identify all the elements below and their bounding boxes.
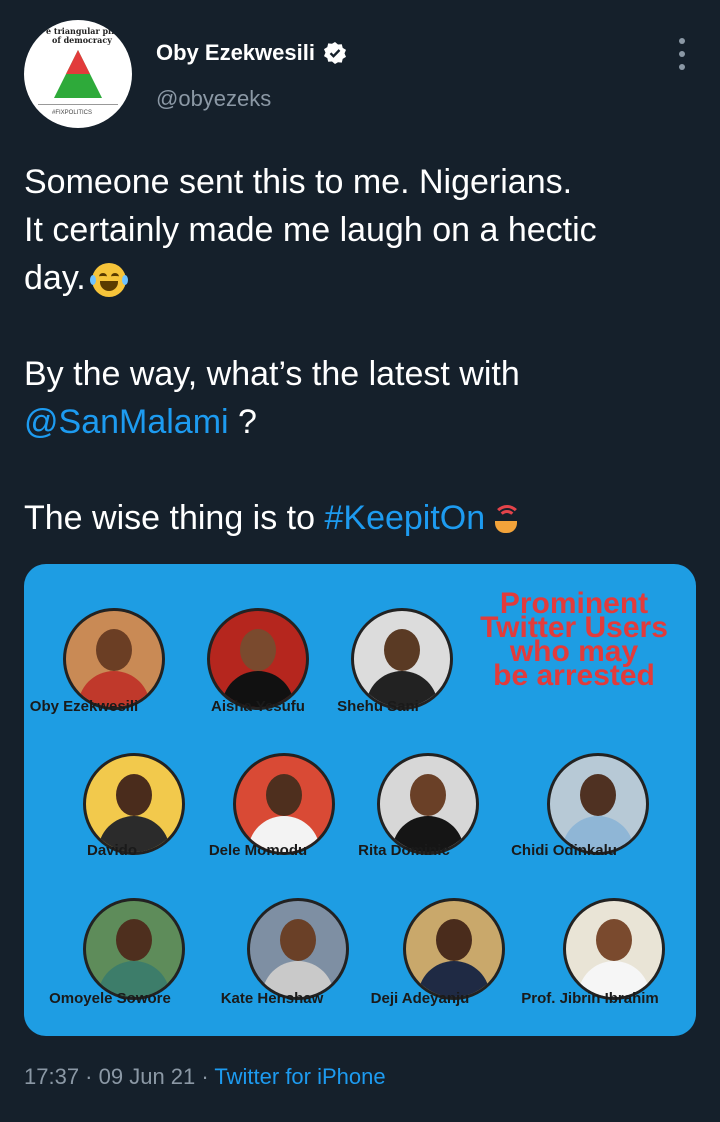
meta-separator: · — [195, 1064, 215, 1089]
media-image[interactable]: Prominent Twitter Users who may be arres… — [24, 564, 696, 1036]
person-name-label: Chidi Odinkalu — [511, 842, 617, 859]
tweet-line-text: The wise thing is to — [24, 499, 325, 537]
tweet-line: The wise thing is to #KeepitOn — [24, 494, 696, 542]
person-name-label: Rita Dominic — [358, 842, 450, 859]
more-vertical-icon[interactable] — [676, 38, 688, 70]
person-portrait — [377, 753, 479, 855]
person-portrait — [233, 753, 335, 855]
headline-line: be arrested — [493, 659, 655, 692]
person-name-label: Deji Adeyanju — [370, 990, 470, 1007]
person-name-label: Dele Momodu — [208, 842, 308, 859]
person-name-label: Davido — [86, 842, 138, 859]
author-name-row: Oby Ezekwesili — [156, 40, 347, 66]
tweet-source-link[interactable]: Twitter for iPhone — [214, 1064, 385, 1089]
person-name-label: Shehu Sani — [337, 698, 419, 715]
tweet-body: Someone sent this to me. Nigerians. It c… — [24, 158, 696, 542]
signal-hands-icon — [491, 505, 522, 535]
person-portrait — [207, 608, 309, 710]
image-headline: Prominent Twitter Users who may be arres… — [462, 589, 686, 692]
person-portrait — [83, 753, 185, 855]
meta-separator: · — [79, 1064, 99, 1089]
person-name-label: Oby Ezekwesili — [29, 698, 139, 715]
person-name-label: Omoyele Sowore — [49, 990, 171, 1007]
tweet-line: By the way, what’s the latest with — [24, 355, 520, 393]
author-avatar[interactable]: e triangular pillars of democracy #FIXPO… — [24, 20, 132, 128]
mention-link[interactable]: @SanMalami — [24, 403, 229, 441]
tweet-time: 17:37 — [24, 1064, 80, 1089]
tweet-line-text: day. — [24, 259, 86, 297]
person-portrait — [547, 753, 649, 855]
hashtag-link[interactable]: #KeepitOn — [324, 499, 485, 537]
person-portrait — [563, 898, 665, 1000]
tweet-line: It certainly made me laugh on a hectic — [24, 211, 597, 249]
tweet-line: Someone sent this to me. Nigerians. — [24, 163, 573, 201]
person-portrait — [83, 898, 185, 1000]
tweet-header: e triangular pillars of democracy #FIXPO… — [24, 20, 696, 130]
face-with-tears-of-joy-icon — [89, 263, 128, 298]
tweet-line: @SanMalami ? — [24, 398, 696, 446]
person-name-label: Kate Henshaw — [220, 990, 324, 1007]
person-name-label: Prof. Jibrin Ibrahim — [521, 990, 659, 1007]
person-portrait — [247, 898, 349, 1000]
tweet-line-text: ? — [228, 403, 257, 441]
tweet-line: day. — [24, 254, 696, 302]
person-portrait — [63, 608, 165, 710]
avatar-footer-text: #FIXPOLITICS — [52, 110, 93, 116]
person-portrait — [403, 898, 505, 1000]
author-display-name[interactable]: Oby Ezekwesili — [156, 40, 315, 66]
person-portrait — [351, 608, 453, 710]
verified-badge-icon — [323, 42, 346, 64]
author-handle[interactable]: @obyezeks — [156, 86, 271, 112]
tweet-meta: 17:37 · 09 Jun 21 · Twitter for iPhone — [24, 1064, 386, 1090]
person-name-label: Aisha Yesufu — [211, 698, 305, 715]
tweet-date: 09 Jun 21 — [98, 1064, 196, 1089]
